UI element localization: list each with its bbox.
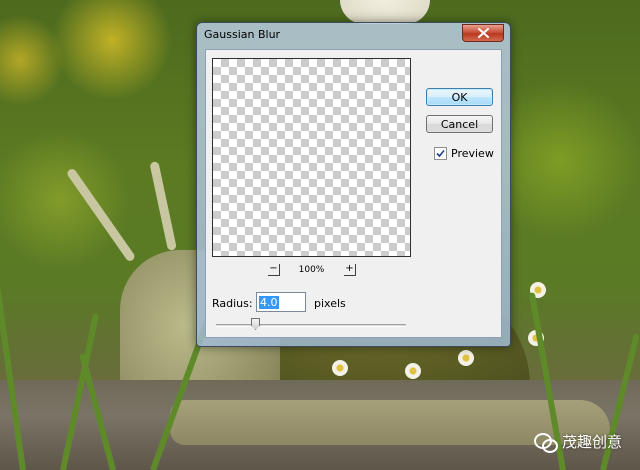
radius-units: pixels [314,297,346,310]
blur-preview[interactable] [212,58,411,257]
watermark: 茂趣创意 [533,431,622,453]
close-button[interactable] [462,24,504,42]
gaussian-blur-dialog: Gaussian Blur − 100% + Radius: 4.0 pixel… [196,22,511,347]
preview-checkbox[interactable]: Preview [434,147,494,160]
dialog-title: Gaussian Blur [204,28,281,41]
radius-label: Radius: [212,297,253,310]
radius-input[interactable]: 4.0 [256,292,306,312]
snail-tentacle [149,161,177,251]
zoom-level: 100% [298,265,325,275]
background-flower [332,360,348,376]
background-flower [405,363,421,379]
radius-slider-track[interactable] [216,324,406,327]
dialog-titlebar[interactable]: Gaussian Blur [197,23,510,47]
radius-value: 4.0 [259,295,279,309]
background-flower [458,350,474,366]
preview-label: Preview [451,147,494,160]
zoom-in-button[interactable]: + [344,264,356,276]
watermark-text: 茂趣创意 [561,433,622,451]
checkmark-icon [436,149,445,158]
snail-tentacle [65,167,137,263]
wechat-icon [533,432,558,453]
dialog-body: − 100% + Radius: 4.0 pixels OK Cancel Pr… [205,49,502,338]
radius-slider-thumb[interactable] [251,318,260,330]
cancel-button[interactable]: Cancel [426,115,493,133]
close-icon [477,28,489,38]
background-flower [340,0,430,24]
checkbox-box[interactable] [434,147,447,160]
ok-button[interactable]: OK [426,88,493,106]
zoom-controls: − 100% + [212,264,411,278]
